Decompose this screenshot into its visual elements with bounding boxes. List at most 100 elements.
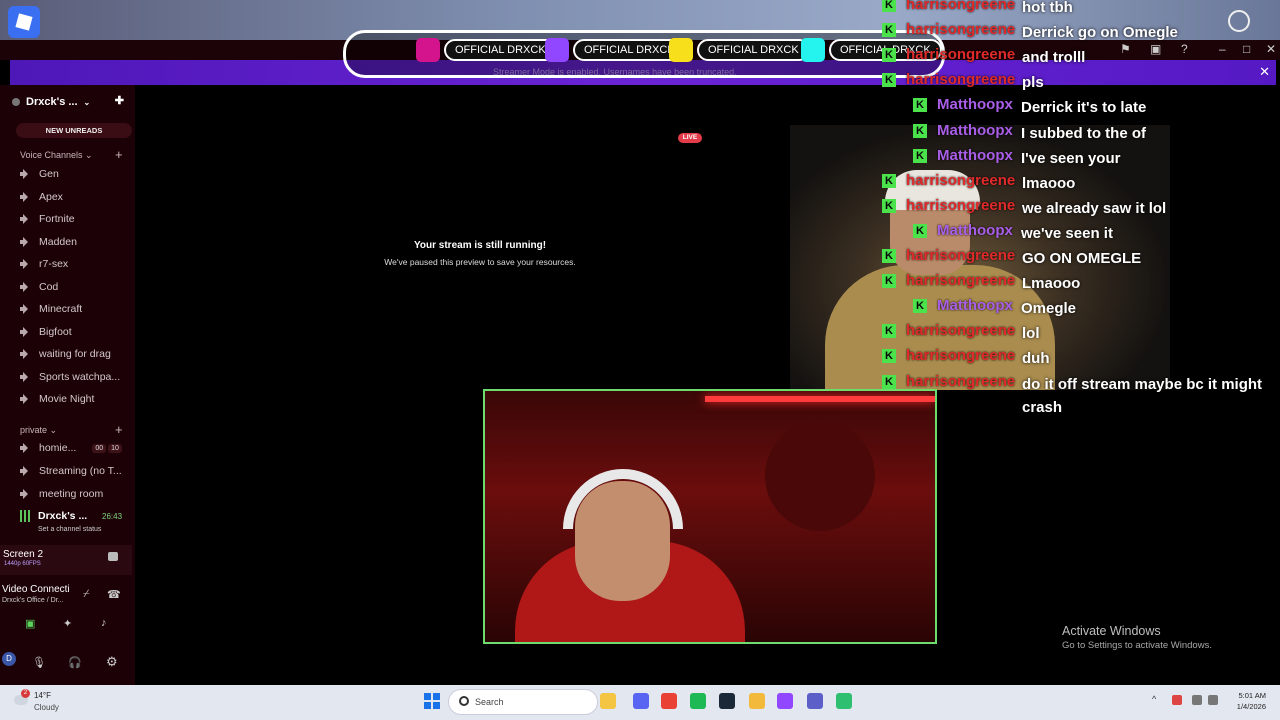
voice-channel-label: r7-sex <box>39 258 69 270</box>
server-header[interactable]: Drxck's ... ⌄ ✚ <box>12 94 128 110</box>
voice-channel-label: waiting for drag <box>39 348 111 360</box>
new-unreads-button[interactable]: NEW UNREADS <box>16 123 132 138</box>
active-channel-name: Drxck's ... <box>38 510 88 522</box>
minimize-button[interactable]: – <box>1219 42 1226 56</box>
steam-icon[interactable] <box>719 693 735 709</box>
disconnect-icon[interactable]: ☎ <box>107 588 121 601</box>
soundboard-icon[interactable]: ♪ <box>101 617 107 629</box>
camera-icon[interactable]: ▣ <box>25 617 35 630</box>
taskbar: 2 14°F Cloudy Search ^ 5:01 AM 1/4/2026 <box>0 685 1280 720</box>
sidebar-item-voice-channel[interactable]: waiting for drag <box>20 345 132 363</box>
sidebar-item-homie[interactable]: homie... 00 10 <box>20 439 132 457</box>
active-voice-channel[interactable]: Drxck's ... 26:43 Set a channel status <box>18 508 130 536</box>
file-explorer-icon[interactable] <box>600 693 616 709</box>
voice-channel-label: Cod <box>39 280 59 293</box>
roblox-icon[interactable] <box>8 6 40 38</box>
speaker-icon <box>20 191 32 202</box>
sidebar-item-voice-channel[interactable]: Fortnite <box>20 210 132 228</box>
add-member-icon[interactable]: ✚ <box>115 94 124 107</box>
close-button[interactable]: ✕ <box>1266 42 1276 56</box>
private-category[interactable]: private ⌄ <box>20 425 57 436</box>
search-icon <box>459 696 469 706</box>
sidebar-item-voice-channel[interactable]: Bigfoot <box>20 323 132 341</box>
folder-icon[interactable] <box>749 693 765 709</box>
speaker-icon <box>20 214 32 224</box>
sidebar-item-voice-channel[interactable]: Madden <box>20 233 132 251</box>
close-icon[interactable]: ✕ <box>1259 64 1270 80</box>
server-icon <box>12 98 20 106</box>
speaker-icon <box>20 349 32 359</box>
avatar[interactable]: D <box>2 652 16 666</box>
sidebar-item-voice-channel[interactable]: r7-sex <box>20 255 132 273</box>
twitch-icon[interactable] <box>777 693 793 709</box>
chevron-up-icon[interactable]: ^ <box>1152 694 1156 704</box>
taskbar-search[interactable]: Search <box>448 689 598 715</box>
call-timer: 26:43 <box>102 512 123 521</box>
instagram-icon <box>416 38 440 62</box>
network-icon[interactable] <box>1192 695 1202 705</box>
microphone-icon[interactable]: 🎙 <box>32 656 46 669</box>
voice-category[interactable]: Voice Channels ⌄ <box>20 150 93 161</box>
spotify-icon[interactable] <box>690 693 706 709</box>
screen-share-panel[interactable]: Screen 2 1440p 60FPS <box>0 545 132 575</box>
streamer-webcam <box>790 125 1170 390</box>
social-item: OFFICIAL DRXCK <box>669 38 810 62</box>
sidebar-item-voice-channel[interactable]: Sports watchpa... <box>20 368 132 386</box>
social-item: OFFICIAL DRXCK <box>545 38 686 62</box>
sidebar-item-streaming[interactable]: Streaming (no T... <box>20 462 132 480</box>
voice-channel-label: Movie Night <box>39 393 95 405</box>
add-channel-icon[interactable]: + <box>115 422 123 437</box>
social-item: OFFICIAL DRXCK <box>416 38 557 62</box>
weather-widget[interactable]: 2 14°F Cloudy <box>14 689 74 717</box>
help-icon[interactable]: ? <box>1181 42 1188 56</box>
speaker-icon <box>20 281 32 292</box>
stream-quality: 1440p 60FPS <box>4 561 41 567</box>
cast-icon[interactable]: ▣ <box>1150 42 1161 56</box>
flag-icon[interactable]: ⚑ <box>1120 42 1131 56</box>
voice-channel-label: Apex <box>39 190 63 203</box>
chat-message: K Matthoopx Derrick it's to late <box>913 96 1146 121</box>
social-handle: OFFICIAL DRXCK <box>697 39 810 61</box>
sidebar-item-voice-channel[interactable]: Movie Night <box>20 390 132 408</box>
clock-date: 1/4/2026 <box>1236 702 1266 711</box>
social-handle: OFFICIAL DRXCK <box>829 39 942 61</box>
microphone-tray-icon[interactable] <box>1172 695 1182 705</box>
voice-channel-label: Bigfoot <box>39 325 72 338</box>
stop-share-icon[interactable] <box>108 552 118 561</box>
speaker-icon <box>20 236 32 247</box>
user-count-badge: 00 <box>92 443 107 453</box>
gear-icon[interactable]: ⚙ <box>106 654 118 670</box>
discord-icon[interactable] <box>633 693 649 709</box>
maximize-button[interactable]: □ <box>1243 42 1250 56</box>
voice-channel-label: Fortnite <box>39 213 75 225</box>
headphones-icon[interactable]: 🎧 <box>68 656 82 669</box>
volume-icon[interactable] <box>1208 695 1218 705</box>
activities-icon[interactable]: ✦ <box>63 617 72 630</box>
speaker-icon <box>20 371 32 382</box>
account-circle-icon[interactable] <box>1228 10 1250 32</box>
channel-status-link[interactable]: Set a channel status <box>38 526 101 533</box>
add-channel-icon[interactable]: + <box>115 147 123 162</box>
app-icon[interactable] <box>836 693 852 709</box>
activate-windows-watermark: Activate Windows Go to Settings to activ… <box>1062 624 1212 651</box>
watermark-subtitle: Go to Settings to activate Windows. <box>1062 640 1212 651</box>
clock[interactable]: 5:01 AM 1/4/2026 <box>1222 690 1266 712</box>
sidebar-item-voice-channel[interactable]: Cod <box>20 278 132 296</box>
screen-share-title: Screen 2 <box>3 549 44 560</box>
teams-icon[interactable] <box>807 693 823 709</box>
speaker-icon <box>20 466 32 476</box>
speaker-icon <box>20 169 32 179</box>
sidebar-item-voice-channel[interactable]: Apex <box>20 188 132 206</box>
sidebar-item-voice-channel[interactable]: Gen <box>20 165 132 183</box>
clock-time: 5:01 AM <box>1238 691 1266 700</box>
chevron-down-icon: ⌄ <box>83 97 91 107</box>
windows-start-icon[interactable] <box>424 693 440 709</box>
voice-channel-label: Sports watchpa... <box>39 370 121 383</box>
speaker-icon <box>20 259 32 269</box>
sidebar-item-meeting-room[interactable]: meeting room <box>20 485 132 503</box>
voice-channel-label: Gen <box>39 168 59 180</box>
chat-text: Derrick it's to late <box>1021 99 1147 117</box>
sidebar-item-voice-channel[interactable]: Minecraft <box>20 300 132 318</box>
chrome-icon[interactable] <box>661 693 677 709</box>
noise-suppression-icon[interactable]: ⌿ <box>83 588 90 601</box>
